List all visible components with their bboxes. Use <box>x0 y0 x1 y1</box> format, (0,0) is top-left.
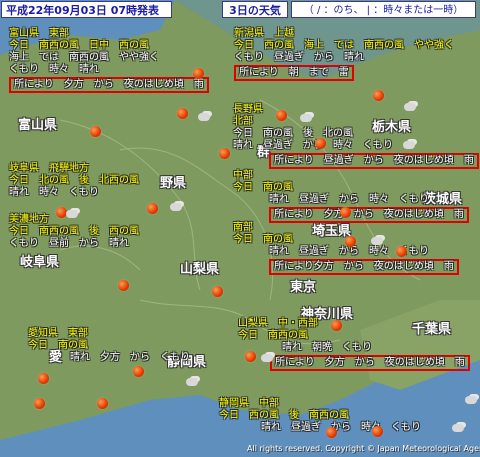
cloudy-weather-icon <box>186 378 198 386</box>
sunny-weather-icon <box>276 110 287 121</box>
forecast-title: 山梨県 中・西部 <box>238 318 318 329</box>
sunny-weather-icon <box>345 236 356 247</box>
copyright-notice: All rights reserved. Copyright © Japan M… <box>247 444 480 453</box>
sunny-weather-icon <box>315 138 326 149</box>
forecast-line: 今日 西の風 後 南西の風 <box>219 410 349 421</box>
forecast-title: 岐阜県 飛騨地方 <box>9 163 89 174</box>
forecast-toyama-east: 富山県 東部 今日 南西の風 日中 西の風 海上 では 南西の風 やや強く くも… <box>9 28 224 93</box>
cloudy-weather-icon <box>66 210 78 218</box>
forecast-nagano-south: 南部 今日 南の風 晴れ 昼過ぎ から 時々 くもり 所により夕方 から 夜のは… <box>233 222 473 275</box>
issued-time: 平成22年09月03日 07時発表 <box>1 1 172 18</box>
forecast-niigata: 新潟県 上越 今日 西の風 海上 では 南西の風 やや強く くもり 昼過ぎ から… <box>234 28 474 81</box>
cloudy-weather-icon <box>371 237 383 245</box>
forecast-highlight: 所により 夕方 から 夜のはじめ頃 雨 <box>270 355 470 371</box>
weather-map: 平成22年09月03日 07時発表 3日の天気 （ / ：のち、 | ：時々また… <box>0 0 480 457</box>
forecast-line: 北部 <box>233 116 253 127</box>
sunny-weather-icon <box>38 373 49 384</box>
forecast-yamanashi: 山梨県 中・西部 今日 南西の風 晴れ 朝晩 くもり 所により 夕方 から 夜の… <box>238 318 478 371</box>
sunny-weather-icon <box>331 320 342 331</box>
forecast-highlight: 所により夕方 から 夜のはじめ頃 雨 <box>269 259 459 275</box>
symbol-legend: （ / ：のち、 | ：時々または一時） <box>291 1 476 18</box>
sunny-weather-icon <box>219 148 230 159</box>
forecast-highlight: 所により 朝 まで 雷 <box>234 65 354 81</box>
sunny-weather-icon <box>97 398 108 409</box>
forecast-line: 今日 西の風 海上 では 南西の風 やや強く <box>234 40 454 51</box>
forecast-title: 長野県 <box>233 104 263 115</box>
forecast-title: 富山県 東部 <box>9 28 69 39</box>
forecast-line: 晴れ 昼過ぎ から 時々 くもり <box>269 246 429 257</box>
forecast-line: 晴れ 夕方 から くもり <box>70 352 190 363</box>
forecast-highlight: 所により 夕方 から 夜のはじめ頃 雨 <box>269 207 469 223</box>
forecast-nagano-central: 中部 今日 南の風 晴れ 昼過ぎ から 時々 くもり 所により 夕方 から 夜の… <box>233 170 473 223</box>
sunny-weather-icon <box>34 398 45 409</box>
forecast-gifu-mino: 美濃地方 今日 南西の風 後 西の風 くもり 昼前 から 晴れ <box>9 214 179 250</box>
sunny-weather-icon <box>147 203 158 214</box>
forecast-highlight: 所により 昼過ぎ から 夜のはじめ頃 雨 <box>269 153 479 169</box>
forecast-line: 今日 南の風 <box>28 340 88 351</box>
pref-label-yamanashi: 山梨県 <box>180 262 220 277</box>
sunny-weather-icon <box>118 280 129 291</box>
forecast-highlight: 所により 夕方 から 夜のはじめ頃 雨 <box>9 77 209 93</box>
forecast-line: くもり 時々 晴れ <box>9 64 99 75</box>
forecast-title: 愛知県 東部 <box>28 328 88 339</box>
forecast-line: 晴れ 時々 くもり <box>9 187 99 198</box>
forecast-line: 晴れ 昼過ぎ から 時々 くもり <box>269 194 429 205</box>
forecast-line: 今日 南西の風 後 西の風 <box>9 226 139 237</box>
forecast-title: 静岡県 中部 <box>219 398 279 409</box>
sunny-weather-icon <box>340 207 351 218</box>
forecast-line: 晴れ 昼過ぎ から 時々 くもり <box>233 140 393 151</box>
forecast-line: 晴れ 朝晩 くもり <box>282 342 372 353</box>
forecast-day-title: 3日の天気 <box>222 1 288 18</box>
sunny-weather-icon <box>212 286 223 297</box>
forecast-line: 海上 では 南西の風 やや強く <box>9 52 159 63</box>
forecast-line: 今日 南西の風 日中 西の風 <box>9 40 149 51</box>
sunny-weather-icon <box>177 108 188 119</box>
sunny-weather-icon <box>193 68 204 79</box>
forecast-line: 今日 北の風 後 北西の風 <box>9 175 139 186</box>
pref-label-gifu: 岐阜県 <box>20 255 60 270</box>
forecast-line: くもり 昼前 から 晴れ <box>9 238 129 249</box>
sunny-weather-icon <box>396 246 407 257</box>
forecast-gifu-hida: 岐阜県 飛騨地方 今日 北の風 後 北西の風 晴れ 時々 くもり <box>9 163 179 199</box>
cloudy-weather-icon <box>300 114 312 122</box>
cloudy-weather-icon <box>170 203 182 211</box>
forecast-nagano-north: 長野県 北部 今日 南の風 後 北の風 晴れ 昼過ぎ から 時々 くもり 所によ… <box>233 104 479 169</box>
sunny-weather-icon <box>90 126 101 137</box>
forecast-line: 今日 南の風 <box>233 182 293 193</box>
cloudy-weather-icon <box>404 103 416 111</box>
forecast-title: 新潟県 上越 <box>234 28 294 39</box>
cloudy-weather-icon <box>198 113 210 121</box>
pref-label-tokyo: 東京 <box>290 280 317 295</box>
forecast-line: 今日 南の風 後 北の風 <box>233 128 353 139</box>
forecast-title: 中部 <box>233 170 253 181</box>
cloudy-weather-icon <box>261 354 273 362</box>
forecast-title: 美濃地方 <box>9 214 49 225</box>
pref-label-toyama: 富山県 <box>18 118 58 133</box>
sunny-weather-icon <box>245 351 256 362</box>
forecast-line: くもり 昼過ぎ から 晴れ <box>234 52 364 63</box>
sunny-weather-icon <box>326 427 337 438</box>
forecast-shizuoka: 静岡県 中部 今日 西の風 後 南西の風 晴れ 昼過ぎ から 時々 くもり <box>219 398 459 434</box>
sunny-weather-icon <box>133 366 144 377</box>
forecast-line: 今日 南西の風 <box>238 330 308 341</box>
cloudy-weather-icon <box>452 424 464 432</box>
cloudy-weather-icon <box>403 141 415 149</box>
sunny-weather-icon <box>373 90 384 101</box>
forecast-line: 晴れ 昼過ぎ から 時々 くもり <box>261 422 421 433</box>
cloudy-weather-icon <box>465 396 477 404</box>
forecast-aichi: 愛知県 東部 今日 南の風 晴れ 夕方 から くもり <box>28 328 208 364</box>
forecast-title: 南部 <box>233 222 253 233</box>
sunny-weather-icon <box>372 426 383 437</box>
